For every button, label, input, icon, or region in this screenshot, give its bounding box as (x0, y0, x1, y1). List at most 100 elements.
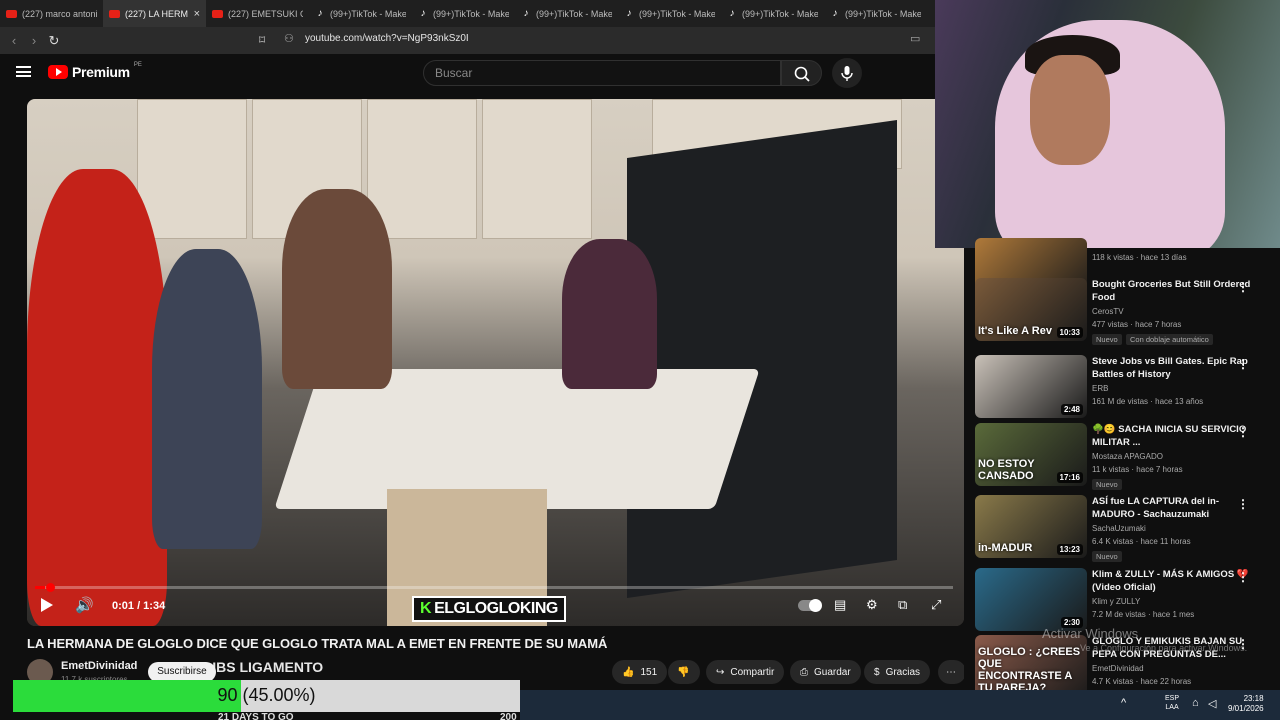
browser-tab[interactable]: (227) EMETSUKI ORI (206, 0, 309, 27)
video-thumbnail[interactable]: It's Like A Rev 10:33 (975, 278, 1087, 341)
video-badge: Nuevo (1092, 551, 1122, 562)
recommended-channel[interactable]: Klim y ZULLY (1092, 597, 1140, 606)
recommended-meta: 118 k vistas · hace 13 días (1092, 253, 1187, 262)
volume-icon[interactable]: 🔊 (75, 596, 94, 614)
recommended-channel[interactable]: CerosTV (1092, 307, 1124, 316)
more-options-icon[interactable]: ⋮ (1237, 570, 1249, 584)
more-icon: ⋯ (946, 666, 956, 678)
address-bar: ‹ › ↻ ⌑ ⚇ youtube.com/watch?v=NgP93nkSz0… (0, 27, 935, 54)
hamburger-menu-icon[interactable] (16, 66, 31, 77)
more-options-icon[interactable]: ⋮ (1237, 357, 1249, 371)
kitchen-cabinet (137, 99, 247, 239)
bookmark-icon[interactable]: ⌑ (259, 33, 265, 47)
miniplayer-icon[interactable]: ⧉ (898, 597, 907, 613)
fullscreen-icon[interactable]: ⤢ (931, 597, 941, 613)
system-clock[interactable]: 23:18 9/01/2026 (1228, 694, 1264, 714)
browser-tab[interactable]: ♪ (99+)TikTok - Make (721, 0, 824, 27)
browser-tab[interactable]: ♪ (99+)TikTok - Make (618, 0, 721, 27)
search-button[interactable] (781, 60, 822, 86)
thanks-button[interactable]: $ Gracias (864, 660, 931, 684)
autoplay-toggle[interactable] (798, 599, 822, 612)
browser-tab[interactable]: ♪ (99+)TikTok - Make (309, 0, 412, 27)
recommended-video-title[interactable]: Bought Groceries But Still Ordered Food (1092, 278, 1252, 304)
video-badge: Nuevo (1092, 334, 1122, 345)
language-indicator[interactable]: ESP LAA (1165, 694, 1179, 712)
youtube-favicon-icon (212, 9, 223, 18)
save-button[interactable]: ⎙ Guardar (790, 660, 861, 684)
recommended-video-title[interactable]: Klim & ZULLY - MÁS K AMIGOS 💔 (Video Ofi… (1092, 568, 1252, 594)
like-button[interactable]: 👍 151 (612, 660, 667, 684)
recommended-video-title[interactable]: ASÍ fue LA CAPTURA del in-MADURO - Sacha… (1092, 495, 1252, 521)
video-thumbnail[interactable]: 2:48 (975, 355, 1087, 418)
recommended-channel[interactable]: ERB (1092, 384, 1108, 393)
settings-gear-icon[interactable]: ⚙ (866, 597, 878, 613)
browser-tab[interactable]: (227) LA HERM × (103, 0, 206, 27)
progress-scrubber[interactable] (46, 583, 55, 592)
recommended-meta: 11 k vistas · hace 7 horas (1092, 465, 1183, 474)
youtube-premium-logo[interactable]: Premium PE (48, 62, 142, 80)
video-thumbnail[interactable]: in-MADUR 13:23 (975, 495, 1087, 558)
fridge (627, 120, 897, 598)
play-icon[interactable] (41, 598, 53, 612)
browser-tab[interactable]: ♪ (99+)TikTok - Make (412, 0, 515, 27)
reload-icon[interactable]: ↻ (44, 33, 64, 49)
recommended-video-title[interactable]: 🌳😊 SACHA INICIA SU SERVICIO MILITAR ... (1092, 423, 1252, 449)
share-button[interactable]: ↪ Compartir (706, 660, 785, 684)
cast-icon[interactable]: ▭ (910, 32, 920, 45)
channel-name[interactable]: EmetDivinidad (61, 660, 137, 672)
recommended-channel[interactable]: EmetDivinidad (1092, 664, 1144, 673)
more-options-icon[interactable]: ⋮ (1237, 497, 1249, 511)
tiktok-favicon-icon: ♪ (729, 7, 735, 19)
video-thumbnail[interactable]: GLOGLO : ¿CREES QUE ENCONTRASTE A TU PAR… (975, 635, 1087, 698)
dislike-button[interactable]: 👎 (668, 660, 700, 684)
voice-search-button[interactable] (832, 58, 862, 88)
recommended-channel[interactable]: Mostaza APAGADO (1092, 452, 1163, 461)
tab-title: (227) EMETSUKI ORI (228, 8, 303, 19)
country-code: PE (133, 62, 142, 68)
youtube-header: Premium PE Buscar (0, 54, 935, 92)
forward-icon[interactable]: › (24, 33, 44, 48)
more-options-icon[interactable]: ⋮ (1237, 425, 1249, 439)
tab-title: (99+)TikTok - Make (536, 8, 612, 19)
tray-chevron-icon[interactable]: ^ (1121, 697, 1126, 709)
person (27, 169, 167, 626)
speaker-icon[interactable]: ◁ (1208, 697, 1216, 710)
browser-tab-bar: (227) marco antonio (227) LA HERM × (227) E… (0, 0, 935, 27)
streamer-face (1030, 55, 1110, 165)
recommended-video[interactable]: It's Like A Rev 10:33 Bought Groceries But… (975, 278, 1275, 346)
browser-tab[interactable]: ♪ (99+)TikTok - Make (824, 0, 927, 27)
url-field[interactable]: youtube.com/watch?v=NgP93nkSz0I (305, 33, 469, 44)
subscribe-button[interactable]: Suscribirse (148, 662, 216, 682)
site-info-icon[interactable]: ⚇ (284, 32, 294, 45)
network-icon[interactable]: ⌂ (1192, 697, 1199, 709)
more-options-icon[interactable]: ⋮ (1237, 280, 1249, 294)
back-icon[interactable]: ‹ (4, 33, 24, 48)
like-count: 151 (640, 666, 658, 678)
video-duration: 13:23 (1056, 544, 1083, 555)
thumbs-up-icon: 👍 (622, 666, 635, 678)
video-player[interactable]: K ELGLOGLOKING 🔊 0:01 / 1:34 ▤ ⚙ ⧉ ⤢ (27, 99, 964, 626)
progress-fill (35, 586, 46, 589)
lang-secondary: LAA (1165, 704, 1179, 711)
share-icon: ↪ (716, 666, 725, 678)
recommended-meta: 477 vistas · hace 7 horas (1092, 320, 1182, 329)
browser-tab[interactable]: ♪ (99+)TikTok - Make (515, 0, 618, 27)
search-input[interactable]: Buscar (423, 60, 781, 86)
recommended-video-title[interactable]: Steve Jobs vs Bill Gates. Epic Rap Battl… (1092, 355, 1252, 381)
video-progress-bar[interactable] (35, 583, 953, 592)
recommended-channel[interactable]: SachaUzumaki (1092, 524, 1146, 533)
video-thumbnail[interactable]: 2:30 (975, 568, 1087, 631)
stream-overlay-text: UBS LIGAMENTO (206, 659, 324, 675)
subtitles-icon[interactable]: ▤ (834, 597, 846, 613)
thanks-label: Gracias (885, 666, 921, 678)
video-duration: 10:33 (1056, 327, 1083, 338)
recommended-video[interactable]: in-MADUR 13:23 ASÍ fue LA CAPTURA del in-M… (975, 495, 1275, 563)
recommended-video[interactable]: 2:48 Steve Jobs vs Bill Gates. Epic Rap B… (975, 355, 1275, 423)
recommended-video[interactable]: NO ESTOY CANSADO 17:16 🌳😊 SACHA INICIA SU … (975, 423, 1275, 491)
close-tab-icon[interactable]: × (194, 8, 200, 20)
thumbnail-caption: It's Like A Rev (978, 325, 1052, 337)
more-actions-button[interactable]: ⋯ (938, 660, 966, 684)
video-thumbnail[interactable]: NO ESTOY CANSADO 17:16 (975, 423, 1087, 486)
browser-tab[interactable]: (227) marco antonio (0, 0, 103, 27)
tiktok-favicon-icon: ♪ (626, 7, 632, 19)
